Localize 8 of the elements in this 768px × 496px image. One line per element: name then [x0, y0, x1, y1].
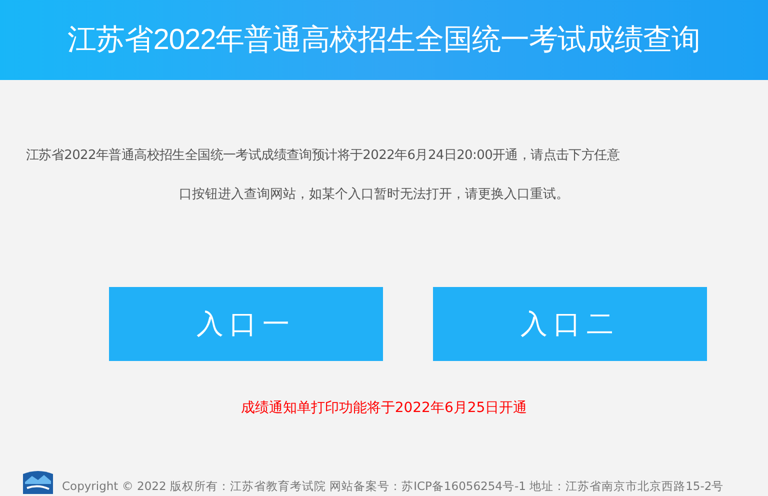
notice-text: 口按钮进入查询网站，如某个入口暂时无法打开，请更换入口重试。: [179, 186, 569, 203]
emblem-icon: [22, 470, 54, 494]
page-title: 江苏省2022年普通高校招生全国统一考试成绩查询: [68, 23, 700, 58]
entry-button[interactable]: 入口一: [109, 287, 383, 361]
print-notice: 成绩通知单打印功能将于2022年6月25日开通: [240, 400, 528, 416]
entry-button[interactable]: 入口二: [433, 287, 707, 361]
copyright-text: Copyright © 2022 版权所有：江苏省教育考试院 网站备案号：苏ICP备16056254号-1 地址：江苏省南京市北京西路15-2号: [62, 479, 724, 494]
notice-text: 江苏省2022年普通高校招生全国统一考试成绩查询预计将于2022年6月24日20:00开通，请点击下方任意: [26, 146, 620, 164]
